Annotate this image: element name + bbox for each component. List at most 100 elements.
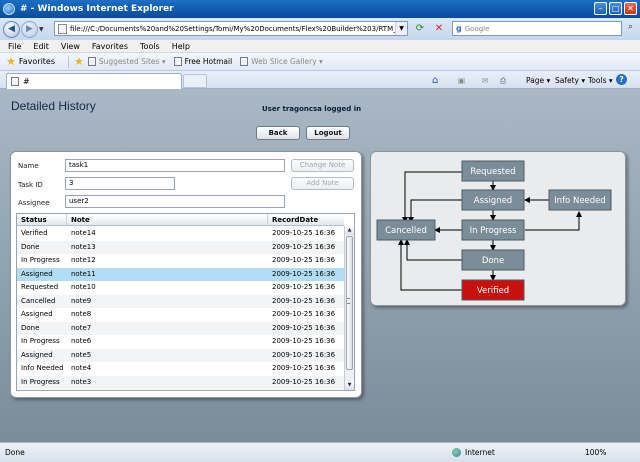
scroll-down-icon[interactable]: ▼ bbox=[345, 381, 354, 390]
search-placeholder: Google bbox=[464, 24, 490, 33]
menu-view[interactable]: View bbox=[61, 42, 80, 51]
assignee-field[interactable]: user2 bbox=[65, 195, 285, 208]
zoom-level[interactable]: 100% bbox=[585, 448, 606, 457]
fav-label: Web Slice Gallery ▾ bbox=[251, 57, 323, 66]
stop-icon[interactable]: ✕ bbox=[432, 22, 446, 36]
close-button[interactable]: ✕ bbox=[624, 2, 637, 15]
name-field[interactable]: task1 bbox=[65, 159, 285, 172]
column-status[interactable]: Status bbox=[17, 214, 67, 226]
history-grid[interactable]: Status Note RecordDate Verified note14 200… bbox=[16, 213, 355, 391]
feeds-icon[interactable]: ▣ bbox=[458, 74, 465, 87]
column-record-date[interactable]: RecordDate bbox=[268, 214, 344, 226]
row-status: Assigned bbox=[21, 350, 53, 359]
back-button[interactable]: Back bbox=[256, 126, 300, 140]
row-status: Requested bbox=[21, 283, 59, 291]
address-dropdown-icon[interactable]: ▼ bbox=[395, 22, 407, 35]
row-record-date: 2009-10-25 16:36 bbox=[272, 323, 336, 332]
change-note-button[interactable]: Change Note bbox=[291, 159, 354, 172]
new-tab-button[interactable] bbox=[183, 74, 207, 88]
google-icon: g bbox=[456, 24, 462, 33]
table-row[interactable]: In Progress note3 2009-10-25 16:36 bbox=[17, 375, 344, 389]
menu-edit[interactable]: Edit bbox=[33, 42, 49, 51]
search-icon[interactable]: ⌕ bbox=[624, 22, 637, 35]
fav-web-slice-gallery[interactable]: Web Slice Gallery ▾ bbox=[240, 57, 323, 66]
table-row[interactable]: Info Needed note4 2009-10-25 16:36 bbox=[17, 362, 344, 376]
state-node-done[interactable]: Done bbox=[461, 249, 525, 271]
table-row[interactable]: Cancelled note9 2009-10-25 16:36 bbox=[17, 294, 344, 308]
grid-scrollbar[interactable]: ▲ ▼ bbox=[344, 226, 354, 390]
row-record-date: 2009-10-25 16:36 bbox=[272, 337, 336, 345]
table-row[interactable]: Done note7 2009-10-25 16:36 bbox=[17, 321, 344, 335]
print-icon[interactable]: ⎙ bbox=[500, 74, 506, 87]
state-label: In Progress bbox=[470, 226, 517, 236]
fav-suggested-sites[interactable]: Suggested Sites ▾ bbox=[87, 57, 166, 66]
row-note: note13 bbox=[71, 242, 96, 251]
tab-current[interactable]: # bbox=[6, 73, 182, 89]
state-node-assigned[interactable]: Assigned bbox=[461, 189, 525, 211]
add-note-button[interactable]: Add Note bbox=[291, 177, 354, 190]
back-arrow-icon[interactable]: ◀ bbox=[3, 20, 20, 38]
address-bar[interactable]: file:///C:/Documents%20and%20Settings/To… bbox=[54, 21, 408, 36]
minimize-button[interactable]: – bbox=[594, 2, 607, 15]
help-icon[interactable]: ? bbox=[616, 74, 627, 85]
state-label: Requested bbox=[470, 167, 515, 177]
table-row[interactable]: Done note13 2009-10-25 16:36 bbox=[17, 240, 344, 254]
row-note: note4 bbox=[71, 364, 92, 372]
state-node-in-progress[interactable]: In Progress bbox=[461, 219, 525, 241]
table-row[interactable]: Assigned note11 2009-10-25 16:36 bbox=[17, 267, 344, 281]
favorites-star-icon[interactable]: ★ bbox=[6, 55, 16, 68]
column-note[interactable]: Note bbox=[67, 214, 268, 226]
table-row[interactable]: In Progress note12 2009-10-25 16:36 bbox=[17, 254, 344, 268]
row-note: note14 bbox=[71, 229, 96, 237]
window-controls: – □ ✕ bbox=[594, 2, 637, 15]
menu-file[interactable]: File bbox=[8, 42, 21, 51]
scroll-grip bbox=[347, 298, 350, 304]
row-record-date: 2009-10-25 16:36 bbox=[272, 283, 336, 291]
table-row[interactable]: Verified note14 2009-10-25 16:36 bbox=[17, 227, 344, 241]
mail-icon[interactable]: ✉ bbox=[482, 74, 488, 87]
favorites-button[interactable]: Favorites bbox=[19, 57, 55, 66]
history-dropdown-icon[interactable]: ▼ bbox=[39, 26, 47, 33]
page-icon bbox=[11, 77, 19, 86]
page-icon bbox=[173, 57, 182, 66]
status-text: Done bbox=[5, 448, 25, 457]
menu-favorites[interactable]: Favorites bbox=[92, 42, 128, 51]
row-note: note5 bbox=[71, 350, 92, 359]
refresh-icon[interactable]: ⟳ bbox=[413, 22, 427, 36]
row-status: Cancelled bbox=[21, 296, 56, 305]
state-node-info-needed[interactable]: Info Needed bbox=[548, 189, 612, 211]
table-row[interactable]: Requested note10 2009-10-25 16:36 bbox=[17, 281, 344, 295]
logged-in-label: User tragoncsa logged in bbox=[262, 105, 362, 113]
search-box[interactable]: g Google bbox=[452, 21, 622, 36]
state-label: Verified bbox=[477, 286, 509, 296]
home-icon[interactable]: ⌂ bbox=[432, 74, 438, 87]
row-status: In Progress bbox=[21, 337, 60, 345]
favorites-bar: ★ Favorites ★ Suggested Sites ▾ Free Hot… bbox=[0, 53, 640, 71]
table-row[interactable]: In Progress note6 2009-10-25 16:36 bbox=[17, 335, 344, 349]
navigation-bar: ◀ ▶ ▼ file:///C:/Documents%20and%20Setti… bbox=[0, 18, 640, 40]
task-id-field[interactable]: 3 bbox=[65, 177, 175, 190]
menu-tools[interactable]: Tools bbox=[140, 42, 160, 51]
row-record-date: 2009-10-25 16:36 bbox=[272, 296, 336, 305]
globe-icon bbox=[452, 448, 461, 457]
state-node-verified[interactable]: Verified bbox=[461, 279, 525, 301]
flex-application: Detailed History User tragoncsa logged i… bbox=[0, 89, 640, 442]
add-favorite-icon[interactable]: ★ bbox=[74, 55, 84, 68]
state-node-requested[interactable]: Requested bbox=[461, 160, 525, 182]
safety-menu[interactable]: Safety ▾ bbox=[555, 74, 585, 87]
fav-free-hotmail[interactable]: Free Hotmail bbox=[173, 57, 232, 66]
forward-arrow-icon[interactable]: ▶ bbox=[21, 20, 38, 38]
name-label: Name bbox=[18, 162, 39, 170]
row-note: note12 bbox=[71, 256, 96, 264]
state-diagram: Requested Assigned Info Needed Cancelled In … bbox=[370, 151, 626, 306]
logout-button[interactable]: Logout bbox=[306, 126, 350, 140]
table-row[interactable]: Assigned note5 2009-10-25 16:36 bbox=[17, 348, 344, 362]
tools-menu[interactable]: Tools ▾ bbox=[588, 74, 613, 87]
page-menu[interactable]: Page ▾ bbox=[526, 74, 550, 87]
menu-help[interactable]: Help bbox=[172, 42, 190, 51]
table-row[interactable]: Assigned note8 2009-10-25 16:36 bbox=[17, 308, 344, 322]
state-node-cancelled[interactable]: Cancelled bbox=[376, 219, 436, 241]
grid-header: Status Note RecordDate bbox=[17, 214, 344, 226]
maximize-button[interactable]: □ bbox=[609, 2, 622, 15]
scroll-up-icon[interactable]: ▲ bbox=[345, 226, 354, 235]
